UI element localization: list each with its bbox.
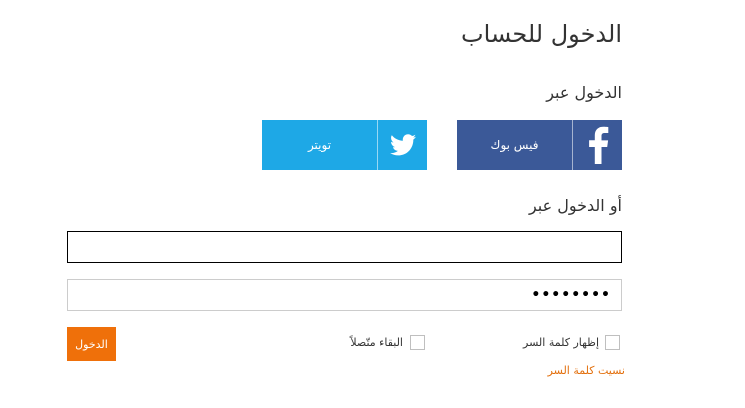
stay-connected-label: البقاء متّصلاً — [350, 336, 403, 349]
twitter-login-button[interactable]: تويتر — [262, 120, 427, 170]
stay-connected-checkbox[interactable] — [410, 335, 425, 350]
forgot-password-link[interactable]: نسيت كلمة السر — [548, 364, 625, 377]
twitter-button-label: تويتر — [307, 138, 332, 152]
page-title: الدخول للحساب — [461, 20, 622, 48]
login-button[interactable]: الدخول — [67, 327, 116, 361]
facebook-login-button[interactable]: فيس بوك — [457, 120, 622, 170]
show-password-checkbox[interactable] — [605, 335, 620, 350]
facebook-button-label: فيس بوك — [490, 138, 539, 152]
username-field[interactable] — [67, 231, 622, 263]
or-login-via-label: أو الدخول عبر — [528, 196, 622, 215]
twitter-icon — [378, 120, 427, 170]
show-password-label: إظهار كلمة السر — [523, 336, 599, 349]
login-via-label: الدخول عبر — [546, 83, 622, 102]
password-field[interactable] — [67, 279, 622, 311]
facebook-icon — [573, 120, 622, 170]
